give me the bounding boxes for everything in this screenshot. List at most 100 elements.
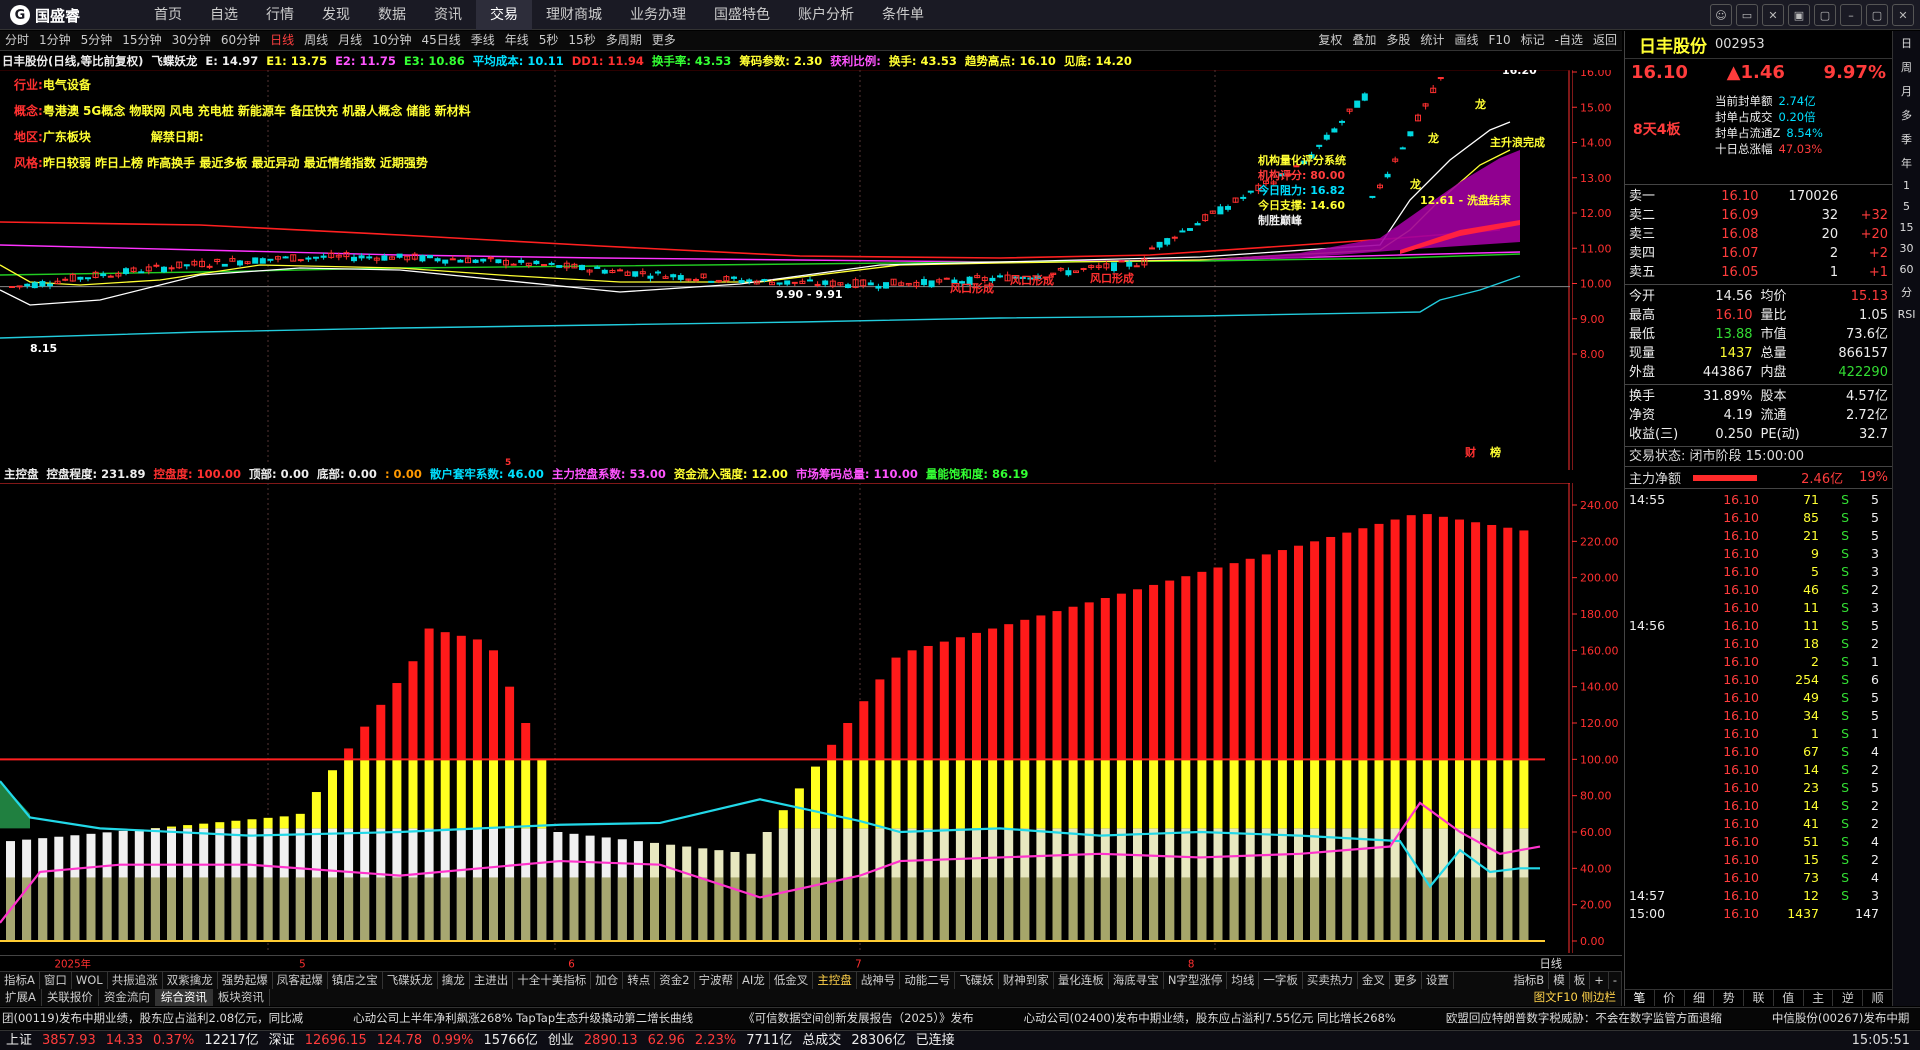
- period-9[interactable]: 10分钟: [367, 31, 416, 50]
- news-item[interactable]: 心动公司上半年净利飙涨268% TapTap生态升级撬动第二增长曲线: [353, 1008, 693, 1029]
- indicator-tab-0[interactable]: 指标A: [0, 972, 40, 989]
- tool-button-3[interactable]: 统计: [1415, 31, 1449, 50]
- indicator-tab-26[interactable]: 均线: [1227, 972, 1260, 989]
- period-2[interactable]: 5分钟: [76, 31, 118, 50]
- tool-button-7[interactable]: -自选: [1550, 31, 1588, 50]
- indicator-tab-8[interactable]: 飞碟妖龙: [383, 972, 438, 989]
- indicator-tab-23[interactable]: 量化连板: [1054, 972, 1109, 989]
- quote-tab-5[interactable]: 值: [1774, 990, 1804, 1006]
- window-button-icon-3[interactable]: ▣: [1788, 4, 1810, 26]
- indicator-tab-27[interactable]: 一字板: [1259, 972, 1303, 989]
- indicator-tab-15[interactable]: 宁波帮: [695, 972, 739, 989]
- window-button-icon-1[interactable]: ▭: [1736, 4, 1758, 26]
- menu-item-11[interactable]: 条件单: [868, 0, 938, 30]
- indicator-tab-20[interactable]: 动能二号: [900, 972, 956, 989]
- menu-item-6[interactable]: 交易: [476, 0, 532, 30]
- indicator-tab-7[interactable]: 镇店之宝: [328, 972, 383, 989]
- quote-tab-1[interactable]: 价: [1655, 990, 1685, 1006]
- tool-button-6[interactable]: 标记: [1516, 31, 1550, 50]
- menu-item-5[interactable]: 资讯: [420, 0, 476, 30]
- period-4[interactable]: 30分钟: [167, 31, 216, 50]
- window-button-icon-0[interactable]: ☺: [1710, 4, 1732, 26]
- window-button-icon-6[interactable]: ▢: [1866, 4, 1888, 26]
- menu-item-7[interactable]: 理财商城: [532, 0, 616, 30]
- indicator-tab-9[interactable]: 擒龙: [438, 972, 470, 989]
- period-7[interactable]: 周线: [299, 31, 333, 50]
- indicator-tab-17[interactable]: 低金叉: [770, 972, 814, 989]
- indicator-tab-5[interactable]: 强势起爆: [218, 972, 273, 989]
- menu-item-1[interactable]: 自选: [196, 0, 252, 30]
- sidebar-item-6[interactable]: 1: [1903, 179, 1910, 192]
- news-item[interactable]: 心动公司(02400)发布中期业绩，股东应占溢利7.55亿元 同比增长268%: [1024, 1008, 1396, 1029]
- info-tab-4[interactable]: 板块资讯: [213, 989, 270, 1006]
- indicator-tab-6[interactable]: 凤客起爆: [273, 972, 328, 989]
- period-3[interactable]: 15分钟: [117, 31, 166, 50]
- sidebar-item-9[interactable]: 30: [1900, 242, 1914, 255]
- period-15[interactable]: 多周期: [601, 31, 647, 50]
- menu-item-9[interactable]: 国盛特色: [700, 0, 784, 30]
- window-button-icon-4[interactable]: ▢: [1814, 4, 1836, 26]
- sidebar-item-12[interactable]: RSI: [1898, 308, 1916, 321]
- quote-tab-7[interactable]: 逆: [1833, 990, 1864, 1006]
- menu-item-10[interactable]: 账户分析: [784, 0, 868, 30]
- period-13[interactable]: 5秒: [534, 31, 564, 50]
- tool-button-1[interactable]: 叠加: [1347, 31, 1381, 50]
- indicator-tab-31[interactable]: 设置: [1422, 972, 1454, 989]
- indicator-tab-22[interactable]: 财神到家: [999, 972, 1054, 989]
- sidebar-item-1[interactable]: 周: [1901, 59, 1912, 75]
- quote-tab-2[interactable]: 细: [1685, 990, 1715, 1006]
- indicator-tab-24[interactable]: 海底寻宝: [1109, 972, 1164, 989]
- indicator-tab-30[interactable]: 更多: [1390, 972, 1422, 989]
- menu-item-2[interactable]: 行情: [252, 0, 308, 30]
- quote-tab-8[interactable]: 顺: [1863, 990, 1894, 1006]
- indicator-tab-28[interactable]: 买卖热力: [1303, 972, 1358, 989]
- window-button-icon-5[interactable]: –: [1840, 4, 1862, 26]
- sidebar-item-7[interactable]: 5: [1903, 200, 1910, 213]
- indicator-tab-19[interactable]: 战神号: [857, 972, 901, 989]
- indicator-tab-right-0[interactable]: 指标B: [1509, 972, 1550, 989]
- indicator-tab-right-1[interactable]: 模: [1549, 972, 1570, 989]
- sell-level[interactable]: 卖四 16.07 2 +2: [1629, 244, 1888, 263]
- period-1[interactable]: 1分钟: [34, 31, 76, 50]
- indicator-tab-16[interactable]: AI龙: [738, 972, 770, 989]
- indicator-tab-29[interactable]: 金叉: [1358, 972, 1390, 989]
- news-item[interactable]: 欧盟回应特朗普数字税威胁：不会在数字监管方面退缩: [1446, 1008, 1722, 1029]
- news-item[interactable]: 《可信数据空间创新发展报告（2025）》发布: [743, 1008, 974, 1029]
- period-0[interactable]: 分时: [0, 31, 34, 50]
- period-12[interactable]: 年线: [500, 31, 534, 50]
- period-5[interactable]: 60分钟: [216, 31, 265, 50]
- period-6[interactable]: 日线: [265, 31, 299, 50]
- indicator-tab-right-3[interactable]: +: [1590, 972, 1609, 989]
- menu-item-3[interactable]: 发现: [308, 0, 364, 30]
- news-item[interactable]: 团(00119)发布中期业绩，股东应占溢利2.08亿元，同比减: [2, 1008, 303, 1029]
- sidebar-item-5[interactable]: 年: [1901, 155, 1912, 171]
- period-11[interactable]: 季线: [466, 31, 500, 50]
- indicator-tab-2[interactable]: WOL: [72, 972, 108, 989]
- info-tab-1[interactable]: 关联报价: [42, 989, 99, 1006]
- sidebar-item-3[interactable]: 多: [1901, 107, 1912, 123]
- indicator-tab-25[interactable]: N字型涨停: [1164, 972, 1228, 989]
- indicator-tab-10[interactable]: 主进出: [470, 972, 514, 989]
- sidebar-item-2[interactable]: 月: [1901, 83, 1912, 99]
- period-10[interactable]: 45日线: [416, 31, 465, 50]
- window-button-icon-7[interactable]: ✕: [1892, 4, 1914, 26]
- period-14[interactable]: 15秒: [563, 31, 600, 50]
- indicator-tab-14[interactable]: 资金2: [655, 972, 695, 989]
- tick-trades[interactable]: 14:55 16.10 71 S 5 16.10 85 S 5 16.10 21 S 5 16.10 9 S 3…: [1625, 489, 1892, 925]
- info-tab-3[interactable]: 综合资讯: [155, 989, 213, 1006]
- indicator-tab-right-2[interactable]: 板: [1570, 972, 1591, 989]
- tool-button-5[interactable]: F10: [1483, 31, 1515, 50]
- sell-level[interactable]: 卖五 16.05 1 +1: [1629, 263, 1888, 282]
- sidebar-item-10[interactable]: 60: [1900, 263, 1914, 276]
- indicator-tab-12[interactable]: 加仓: [591, 972, 624, 989]
- indicator-tab-21[interactable]: 飞碟妖: [955, 972, 999, 989]
- window-button-icon-2[interactable]: ✕: [1762, 4, 1784, 26]
- sell-level[interactable]: 卖一 16.10 170026: [1629, 187, 1888, 206]
- tool-button-0[interactable]: 复权: [1313, 31, 1347, 50]
- info-tab-0[interactable]: 扩展A: [0, 989, 42, 1006]
- sell-level[interactable]: 卖三 16.08 20 +20: [1629, 225, 1888, 244]
- menu-item-4[interactable]: 数据: [364, 0, 420, 30]
- sidebar-item-8[interactable]: 15: [1900, 221, 1914, 234]
- tool-button-8[interactable]: 返回: [1588, 31, 1622, 50]
- sidebar-item-11[interactable]: 分: [1901, 284, 1912, 300]
